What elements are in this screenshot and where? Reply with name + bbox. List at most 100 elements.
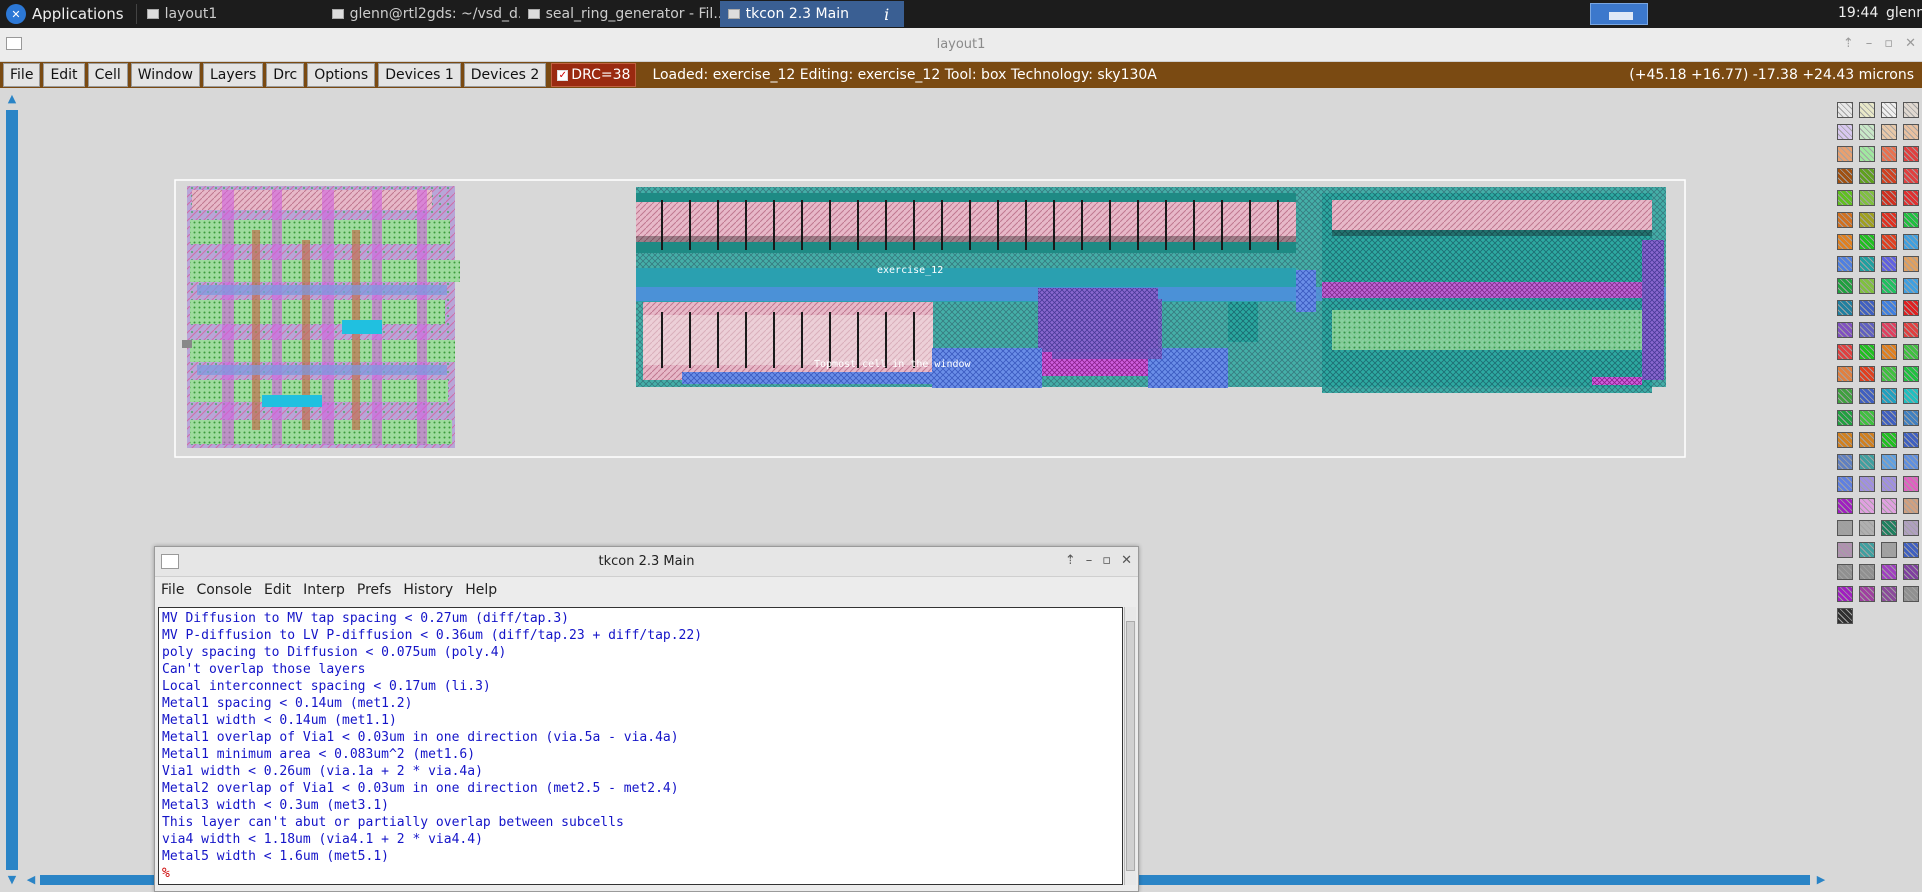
layer-swatch[interactable] (1859, 278, 1875, 294)
layer-swatch[interactable] (1903, 564, 1919, 580)
layer-swatch[interactable] (1881, 124, 1897, 140)
layer-swatch[interactable] (1837, 608, 1853, 624)
layer-swatch[interactable] (1837, 300, 1853, 316)
layer-swatch[interactable] (1837, 366, 1853, 382)
layer-swatch[interactable] (1903, 410, 1919, 426)
layer-swatch[interactable] (1859, 256, 1875, 272)
layer-swatch[interactable] (1859, 564, 1875, 580)
minimize-icon[interactable]: – (1866, 36, 1873, 51)
layer-swatch[interactable] (1881, 564, 1897, 580)
layer-swatch[interactable] (1881, 102, 1897, 118)
menu-devices-2[interactable]: Devices 2 (463, 63, 547, 87)
menu-edit[interactable]: Edit (43, 63, 85, 87)
task-tkcon[interactable]: tkcon 2.3 Main (719, 1, 870, 27)
layer-swatch[interactable] (1881, 190, 1897, 206)
layer-swatch[interactable] (1859, 498, 1875, 514)
layer-swatch[interactable] (1859, 432, 1875, 448)
layer-swatch[interactable] (1881, 278, 1897, 294)
layer-swatch[interactable] (1881, 234, 1897, 250)
console-prompt[interactable]: % (162, 865, 1122, 882)
menu-file[interactable]: File (161, 582, 184, 598)
layer-swatch[interactable] (1859, 344, 1875, 360)
raise-icon[interactable]: ⇡ (1065, 553, 1076, 568)
layer-swatch[interactable] (1903, 542, 1919, 558)
layer-swatch[interactable] (1859, 102, 1875, 118)
layer-swatch[interactable] (1859, 146, 1875, 162)
menu-interp[interactable]: Interp (303, 582, 345, 598)
clock[interactable]: 19:44 (1838, 5, 1878, 21)
raise-icon[interactable]: ⇡ (1843, 36, 1854, 51)
drc-toggle-button[interactable]: ✓ DRC=38 (551, 63, 637, 87)
window-titlebar[interactable]: tkcon 2.3 Main ⇡ – ▫ ✕ (155, 547, 1138, 577)
layer-swatch[interactable] (1881, 322, 1897, 338)
layer-swatch[interactable] (1837, 190, 1853, 206)
vertical-scrollbar[interactable]: ▲ ▼ (2, 90, 22, 892)
maximize-icon[interactable]: ▫ (1884, 36, 1893, 51)
layer-swatch[interactable] (1859, 234, 1875, 250)
layer-swatch[interactable] (1881, 542, 1897, 558)
layer-swatch[interactable] (1859, 586, 1875, 602)
layer-swatch[interactable] (1837, 476, 1853, 492)
menu-help[interactable]: Help (465, 582, 497, 598)
layer-swatch[interactable] (1903, 366, 1919, 382)
menu-devices-1[interactable]: Devices 1 (378, 63, 461, 87)
layer-swatch[interactable] (1837, 410, 1853, 426)
menu-drc[interactable]: Drc (266, 63, 305, 87)
layer-swatch[interactable] (1903, 190, 1919, 206)
layer-swatch[interactable] (1903, 454, 1919, 470)
maximize-icon[interactable]: ▫ (1102, 553, 1111, 568)
layer-swatch[interactable] (1881, 498, 1897, 514)
layer-swatch[interactable] (1859, 190, 1875, 206)
layer-swatch[interactable] (1903, 124, 1919, 140)
layer-swatch[interactable] (1859, 366, 1875, 382)
layer-swatch[interactable] (1903, 344, 1919, 360)
layer-swatch[interactable] (1881, 256, 1897, 272)
menu-cell[interactable]: Cell (87, 63, 128, 87)
layer-swatch[interactable] (1903, 476, 1919, 492)
layer-swatch[interactable] (1903, 102, 1919, 118)
scrollbar-thumb[interactable] (1126, 621, 1135, 871)
layer-swatch[interactable] (1837, 124, 1853, 140)
layer-swatch[interactable] (1881, 344, 1897, 360)
layer-swatch[interactable] (1837, 388, 1853, 404)
menu-layers[interactable]: Layers (202, 63, 264, 87)
window-titlebar[interactable]: layout1 ⇡ – ▫ ✕ (0, 28, 1922, 62)
layer-swatch[interactable] (1859, 168, 1875, 184)
layer-swatch[interactable] (1859, 322, 1875, 338)
layer-swatch[interactable] (1859, 124, 1875, 140)
layer-swatch[interactable] (1903, 278, 1919, 294)
layer-swatch[interactable] (1837, 212, 1853, 228)
layer-swatch[interactable] (1903, 322, 1919, 338)
layer-swatch[interactable] (1903, 212, 1919, 228)
arrow-up-icon[interactable]: ▲ (5, 92, 19, 106)
task-terminal[interactable]: glenn@rtl2gds: ~/vsd_d... (324, 1, 520, 27)
user-menu[interactable]: glenn (1886, 5, 1922, 21)
applications-menu[interactable]: ✕ Applications (0, 0, 134, 28)
minimize-icon[interactable]: – (1086, 553, 1093, 568)
layer-swatch[interactable] (1881, 300, 1897, 316)
layer-swatch[interactable] (1859, 388, 1875, 404)
console-scrollbar[interactable] (1124, 607, 1136, 885)
close-icon[interactable]: ✕ (1121, 553, 1132, 568)
menu-console[interactable]: Console (196, 582, 252, 598)
layer-swatch[interactable] (1859, 454, 1875, 470)
scrollbar-thumb[interactable] (6, 110, 18, 870)
layer-swatch[interactable] (1881, 168, 1897, 184)
task-layout1[interactable]: layout1 (139, 1, 324, 27)
layer-swatch[interactable] (1837, 256, 1853, 272)
layer-swatch[interactable] (1903, 388, 1919, 404)
layer-swatch[interactable] (1881, 586, 1897, 602)
layer-swatch[interactable] (1837, 432, 1853, 448)
menu-edit[interactable]: Edit (264, 582, 291, 598)
arrow-right-icon[interactable]: ▶ (1814, 872, 1828, 888)
layer-swatch[interactable] (1837, 498, 1853, 514)
layer-swatch[interactable] (1837, 322, 1853, 338)
console-output[interactable]: MV Diffusion to MV tap spacing < 0.27um … (158, 607, 1123, 885)
layer-swatch[interactable] (1903, 498, 1919, 514)
layer-swatch[interactable] (1837, 454, 1853, 470)
layer-swatch[interactable] (1859, 476, 1875, 492)
close-icon[interactable]: ✕ (1905, 36, 1916, 51)
menu-prefs[interactable]: Prefs (357, 582, 391, 598)
layer-swatch[interactable] (1837, 586, 1853, 602)
layer-swatch[interactable] (1903, 234, 1919, 250)
